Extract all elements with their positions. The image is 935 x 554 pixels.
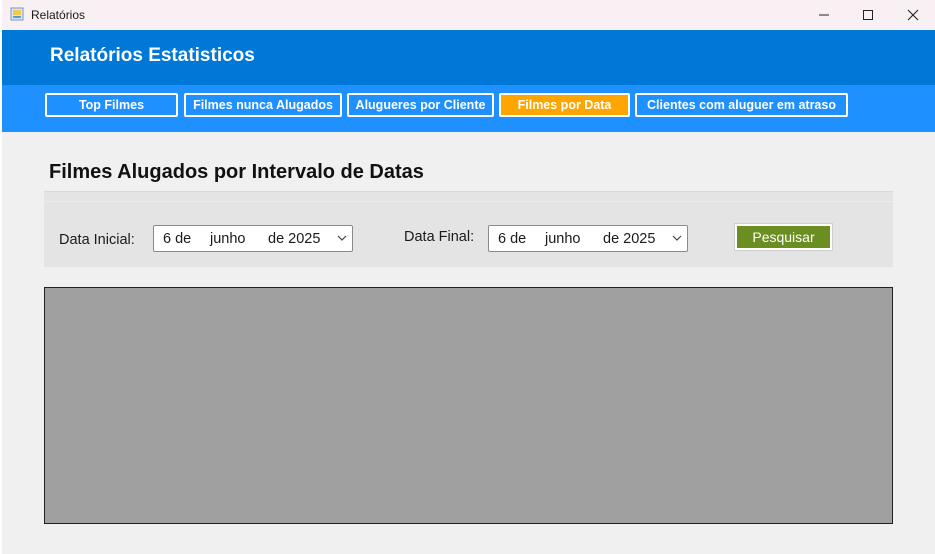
end-date-picker[interactable]: 6 de junho de 2025: [488, 225, 688, 252]
tab-filmes-por-data[interactable]: Filmes por Data: [499, 93, 630, 117]
results-grid[interactable]: [44, 287, 893, 524]
title-bar: Relatórios: [2, 0, 935, 30]
nav-bar: Top Filmes Filmes nunca Alugados Aluguer…: [2, 85, 935, 132]
end-year: de 2025: [603, 231, 656, 247]
close-button[interactable]: [890, 0, 935, 30]
chevron-down-icon: [672, 235, 682, 241]
start-date-picker[interactable]: 6 de junho de 2025: [153, 225, 353, 252]
end-date-label: Data Final:: [404, 229, 475, 245]
minimize-icon: [819, 14, 829, 16]
app-icon: [10, 7, 24, 21]
tab-alugueres-por-cliente[interactable]: Alugueres por Cliente: [347, 93, 494, 117]
start-month: junho: [210, 231, 246, 247]
panel-divider: [44, 201, 893, 202]
start-day: 6 de: [163, 231, 192, 247]
app-window: Relatórios Relatórios Estatisticos Top F…: [2, 0, 935, 554]
header-bar: Relatórios Estatisticos: [2, 30, 935, 85]
tab-top-filmes[interactable]: Top Filmes: [45, 93, 178, 117]
filter-panel: Data Inicial: 6 de junho de 2025 Data Fi…: [44, 191, 893, 267]
chevron-down-icon: [337, 235, 347, 241]
minimize-button[interactable]: [801, 0, 847, 30]
start-date-label: Data Inicial:: [59, 232, 135, 248]
start-year: de 2025: [268, 231, 321, 247]
tab-filmes-nunca-alugados[interactable]: Filmes nunca Alugados: [184, 93, 342, 117]
window-title: Relatórios: [31, 8, 86, 22]
search-button[interactable]: Pesquisar: [734, 223, 833, 251]
page-title: Relatórios Estatisticos: [50, 45, 255, 66]
close-icon: [907, 9, 919, 21]
section-title: Filmes Alugados por Intervalo de Datas: [49, 161, 424, 183]
maximize-icon: [863, 10, 873, 20]
end-day: 6 de: [498, 231, 527, 247]
end-month: junho: [545, 231, 581, 247]
tab-clientes-aluguer-atraso[interactable]: Clientes com aluguer em atraso: [635, 93, 848, 117]
maximize-button[interactable]: [845, 0, 891, 30]
